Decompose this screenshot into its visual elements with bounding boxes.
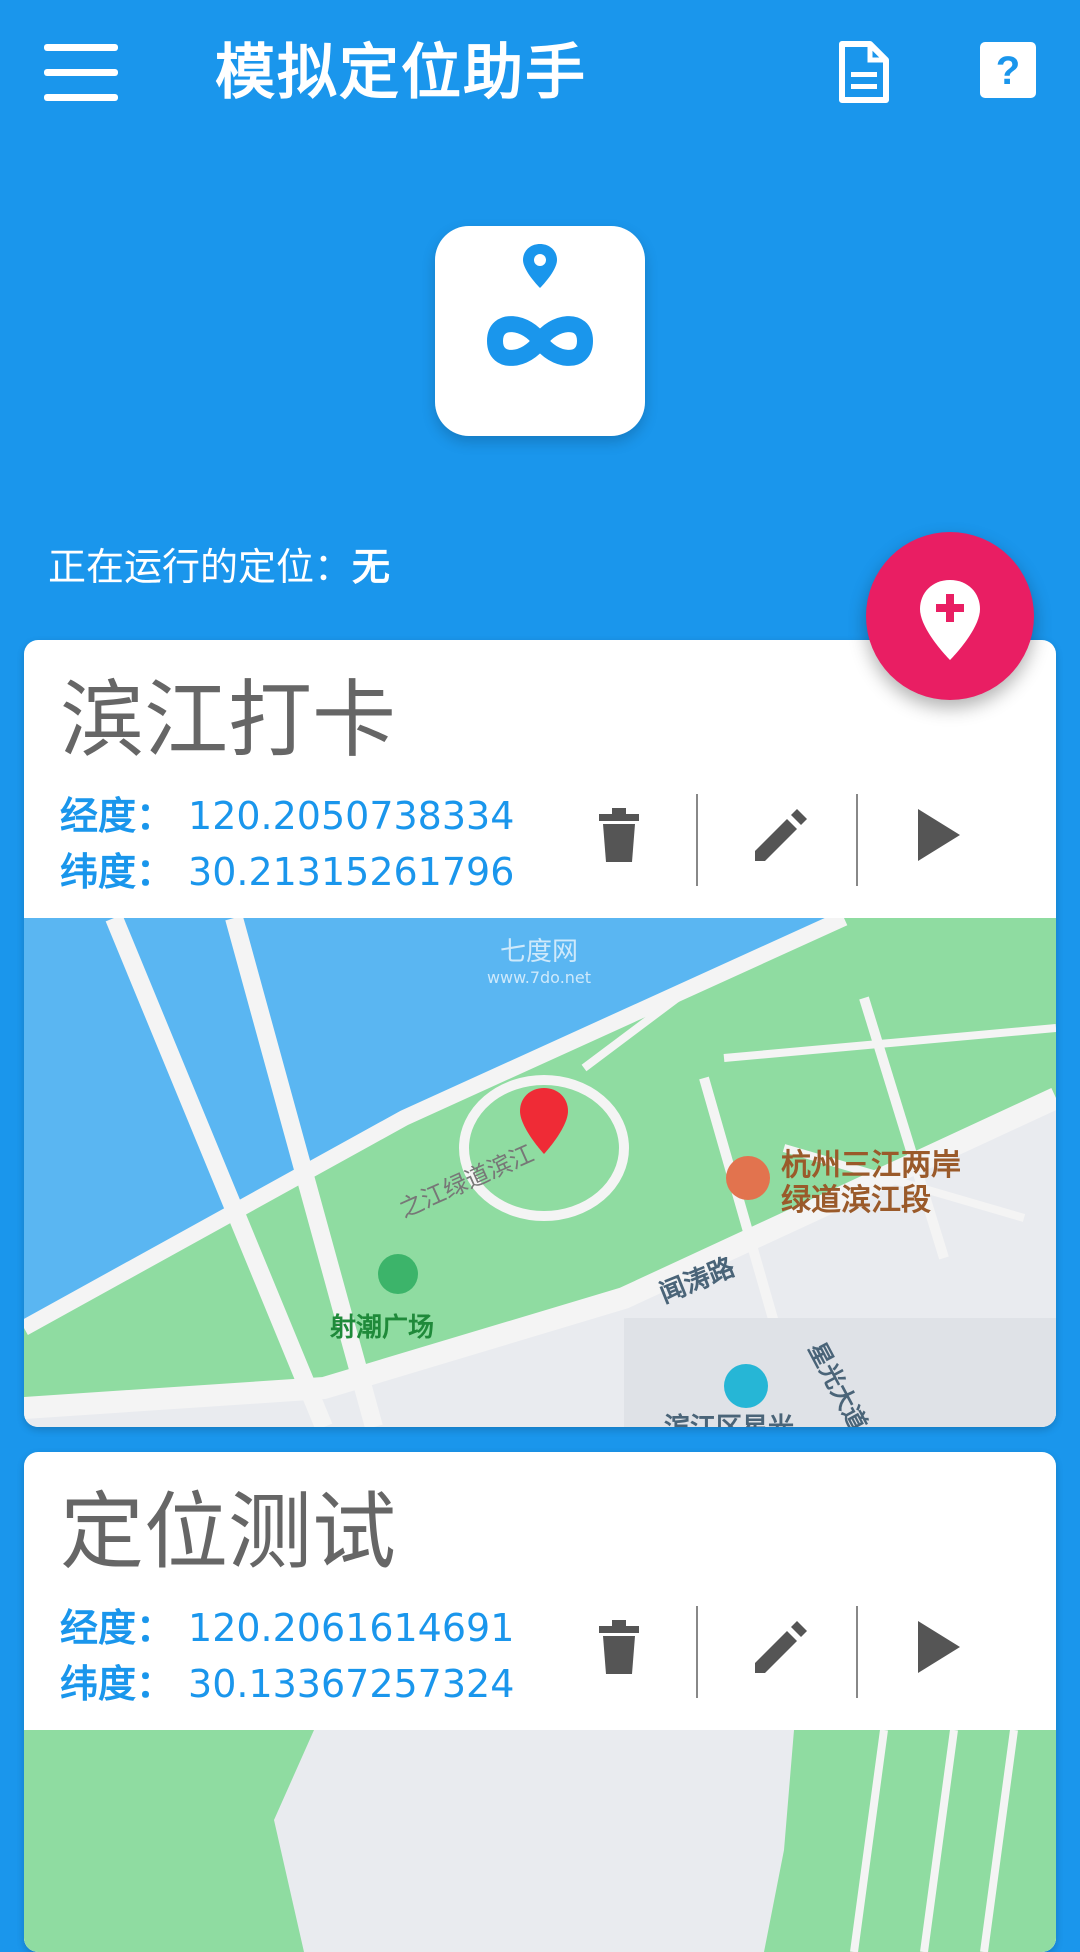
longitude-value: 120.2061614691: [188, 1606, 515, 1650]
divider: [696, 794, 698, 886]
map-poi-label: 射潮广场: [329, 1313, 434, 1343]
watermark-title: 七度网: [500, 937, 578, 967]
delete-button[interactable]: [574, 790, 664, 880]
longitude-label: 经度：: [60, 794, 175, 838]
play-icon: [918, 1621, 960, 1673]
latitude-label: 纬度：: [60, 1662, 175, 1706]
pencil-icon: [755, 1621, 807, 1673]
running-value: 无: [352, 545, 391, 589]
add-location-button[interactable]: [866, 532, 1034, 700]
latitude-row: 纬度： 30.13367257324: [60, 1660, 514, 1708]
app-logo: [435, 226, 645, 436]
latitude-value: 30.13367257324: [188, 1662, 515, 1706]
divider: [856, 1606, 858, 1698]
latitude-label: 纬度：: [60, 850, 175, 894]
play-icon: [918, 809, 960, 861]
trash-icon: [599, 1620, 639, 1674]
longitude-label: 经度：: [60, 1606, 175, 1650]
longitude-row: 经度： 120.2050738334: [60, 792, 514, 840]
map-road-label: 滨江区星光: [664, 1412, 794, 1427]
latitude-value: 30.21315261796: [188, 850, 515, 894]
menu-icon[interactable]: [44, 44, 120, 102]
svg-text:?: ?: [996, 49, 1020, 93]
document-icon[interactable]: [836, 38, 892, 106]
running-label: 正在运行的定位：: [48, 545, 353, 589]
location-card[interactable]: 滨江打卡 经度： 120.2050738334 纬度： 30.21315261796: [24, 640, 1056, 1427]
edit-button[interactable]: [734, 1602, 824, 1692]
divider: [856, 794, 858, 886]
map-poi-label: 杭州三江两岸: [781, 1148, 961, 1183]
running-location-status: 正在运行的定位：无: [48, 542, 390, 592]
divider: [696, 1606, 698, 1698]
delete-button[interactable]: [574, 1602, 664, 1692]
app-bar: 模拟定位助手 ?: [0, 0, 1080, 150]
start-button[interactable]: [894, 790, 984, 880]
location-name: 滨江打卡: [60, 671, 397, 769]
help-icon[interactable]: ?: [980, 42, 1036, 98]
latitude-row: 纬度： 30.21315261796: [60, 848, 514, 896]
start-button[interactable]: [894, 1602, 984, 1692]
add-location-icon: [920, 580, 980, 660]
app-title: 模拟定位助手: [215, 38, 587, 108]
map-preview[interactable]: [24, 1730, 1056, 1952]
pencil-icon: [755, 809, 807, 861]
location-card[interactable]: 定位测试 经度： 120.2061614691 纬度： 30.13367257324: [24, 1452, 1056, 1952]
watermark-url: www.7do.net: [487, 968, 591, 987]
trash-icon: [599, 808, 639, 862]
longitude-value: 120.2050738334: [188, 794, 515, 838]
map-preview[interactable]: 杭州三江两岸 绿道滨江段 射潮广场 之江绿道滨江 闻涛路 星光大道 滨江区星光 …: [24, 918, 1056, 1427]
longitude-row: 经度： 120.2061614691: [60, 1604, 514, 1652]
location-name: 定位测试: [60, 1483, 397, 1581]
edit-button[interactable]: [734, 790, 824, 880]
map-poi-label: 绿道滨江段: [781, 1183, 931, 1218]
